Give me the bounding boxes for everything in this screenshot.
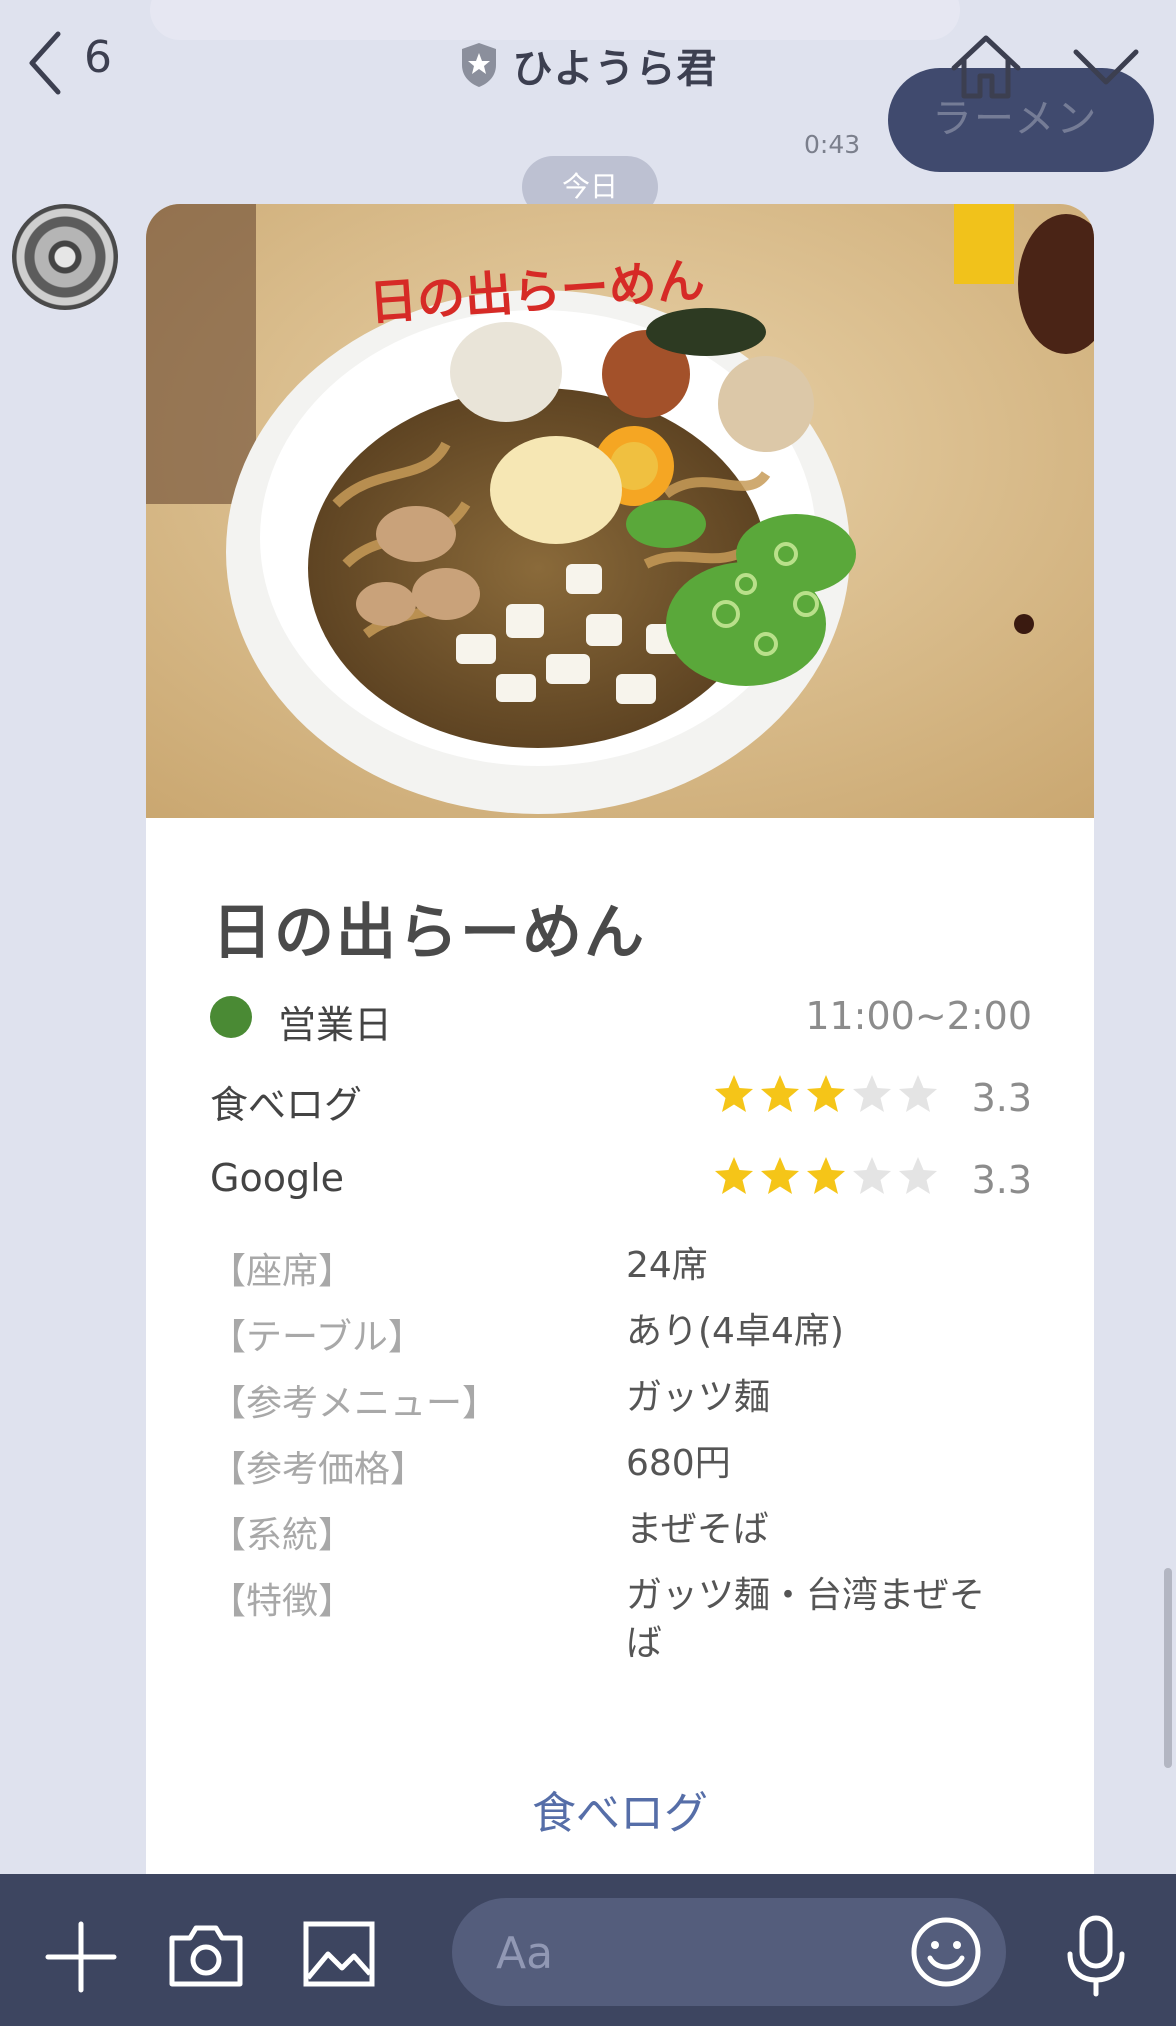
star-empty-icon (899, 1075, 937, 1112)
scrollbar[interactable] (1164, 1568, 1172, 1768)
restaurant-photo[interactable]: 日の出らーめん (146, 204, 1094, 818)
chat-header: 6 ひようら君 (0, 0, 1176, 130)
star-rating (712, 1072, 940, 1122)
business-day-label: 営業日 (278, 1003, 393, 1047)
star-filled-icon (761, 1157, 799, 1194)
detail-row: 【座席】 24席 (210, 1242, 1032, 1308)
business-status-row: 営業日 11:00~2:00 (210, 988, 1032, 1047)
restaurant-card[interactable]: 日の出らーめん 日の出らーめん 営業日 11:00~2:00 食べログ 3.3 … (146, 204, 1094, 1880)
detail-key: 【参考メニュー】 (210, 1383, 499, 1424)
rating-value: 3.3 (971, 1076, 1032, 1120)
camera-icon[interactable] (168, 1920, 244, 1990)
menu-button[interactable] (1070, 42, 1142, 92)
home-icon (951, 35, 1021, 99)
star-empty-icon (899, 1157, 937, 1194)
detail-row: 【特徴】 ガッツ麺・台湾まぜそば (210, 1572, 1032, 1682)
home-button[interactable] (948, 32, 1024, 102)
star-empty-icon (853, 1157, 891, 1194)
mic-icon[interactable] (1062, 1914, 1130, 1998)
rating-source-label: 食べログ (210, 1083, 363, 1127)
rating-row-google: Google 3.3 (210, 1150, 1032, 1206)
shop-name: 日の出らーめん (212, 898, 646, 968)
open-status-dot (210, 996, 252, 1038)
detail-value: ガッツ麺・台湾まぜそば (626, 1575, 985, 1664)
chevron-down-icon (1073, 49, 1139, 85)
detail-row: 【テーブル】 あり(4卓4席) (210, 1308, 1032, 1374)
shield-star-icon (461, 43, 496, 87)
detail-row: 【参考価格】 680円 (210, 1440, 1032, 1506)
chat-title: ひようら君 (512, 46, 718, 92)
star-filled-icon (715, 1157, 753, 1194)
rating-source-label: Google (210, 1156, 345, 1200)
detail-value: 24席 (626, 1245, 708, 1286)
detail-key: 【座席】 (210, 1251, 355, 1292)
star-filled-icon (761, 1075, 799, 1112)
business-hours: 11:00~2:00 (805, 994, 1032, 1038)
emoji-icon[interactable] (906, 1912, 986, 1992)
detail-key: 【系統】 (210, 1515, 355, 1556)
restaurant-info: 日の出らーめん 営業日 11:00~2:00 食べログ 3.3 Google 3… (146, 818, 1094, 1880)
star-filled-icon (715, 1075, 753, 1112)
detail-key: 【特徴】 (210, 1581, 355, 1622)
bot-avatar[interactable] (12, 204, 118, 310)
star-empty-icon (853, 1075, 891, 1112)
star-filled-icon (807, 1075, 845, 1112)
detail-value: あり(4卓4席) (626, 1311, 844, 1352)
detail-value: 680円 (626, 1443, 731, 1484)
message-time: 0:43 (804, 130, 861, 159)
detail-key: 【テーブル】 (210, 1317, 424, 1358)
input-bar: Aa (0, 1874, 1176, 2026)
details-list: 【座席】 24席 【テーブル】 あり(4卓4席) 【参考メニュー】 ガッツ麺 【… (210, 1242, 1032, 1682)
detail-value: まぜそば (626, 1509, 769, 1550)
image-icon[interactable] (302, 1920, 376, 1988)
star-filled-icon (807, 1157, 845, 1194)
star-rating (712, 1154, 940, 1204)
plus-icon[interactable] (44, 1920, 118, 1994)
message-placeholder: Aa (496, 1928, 554, 1979)
rating-row-tabelog: 食べログ 3.3 (210, 1068, 1032, 1127)
detail-row: 【系統】 まぜそば (210, 1506, 1032, 1572)
message-input[interactable]: Aa (452, 1898, 1006, 2006)
detail-value: ガッツ麺 (626, 1377, 771, 1418)
rating-value: 3.3 (971, 1158, 1032, 1202)
detail-row: 【参考メニュー】 ガッツ麺 (210, 1374, 1032, 1440)
tabelog-link-button[interactable]: 食べログ (146, 1774, 1094, 1854)
detail-key: 【参考価格】 (210, 1449, 427, 1490)
